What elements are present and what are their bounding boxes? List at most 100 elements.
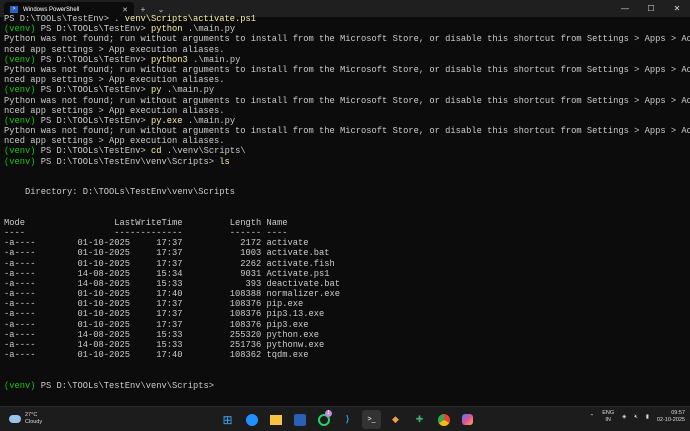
weather-widget[interactable]: 27°CCloudy (9, 412, 42, 426)
terminal-text: -a---- 14-08-2025 15:33 393 deactivate.b… (4, 279, 340, 289)
terminal-line: -a---- 14-08-2025 15:33 255320 python.ex… (4, 330, 690, 340)
terminal-text: Python was not found; run without argume… (4, 126, 690, 136)
terminal-text: nced app settings > App execution aliase… (4, 75, 225, 85)
terminal-line: (venv) PS D:\TOOLs\TestEnv> python .\mai… (4, 24, 690, 34)
wifi-icon[interactable]: ◈ (622, 414, 626, 421)
lang-region: IN (602, 417, 614, 424)
copilot-icon[interactable] (458, 410, 477, 429)
terminal-text: ls (219, 157, 230, 167)
terminal-line: (venv) PS D:\TOOLs\TestEnv> cd .\venv\Sc… (4, 146, 690, 156)
terminal-line: (venv) PS D:\TOOLs\TestEnv\venv\Scripts> (4, 381, 690, 391)
terminal-text: .\main.py (162, 85, 215, 95)
terminal-text: (venv) (4, 157, 41, 167)
terminal-line: nced app settings > App execution aliase… (4, 136, 690, 146)
terminal-text: .\venv\Scripts\ (162, 146, 246, 156)
weather-desc: Cloudy (25, 419, 42, 426)
terminal-text: PS D:\TOOLs\TestEnv> (41, 85, 151, 95)
browser-icon[interactable] (242, 410, 261, 429)
volume-muted-icon[interactable]: 🔇︎ (634, 414, 637, 421)
terminal-line: nced app settings > App execution aliase… (4, 106, 690, 116)
terminal-line: Directory: D:\TOOLs\TestEnv\venv\Scripts (4, 187, 690, 197)
file-explorer-icon[interactable] (266, 410, 285, 429)
terminal-line: -a---- 01-10-2025 17:37 108376 pip3.13.e… (4, 309, 690, 319)
terminal-line: ---- ------------- ------ ---- (4, 228, 690, 238)
terminal-text: -a---- 14-08-2025 15:34 9031 Activate.ps… (4, 269, 330, 279)
terminal-text: -a---- 01-10-2025 17:37 108376 pip.exe (4, 299, 303, 309)
terminal-text: nced app settings > App execution aliase… (4, 45, 225, 55)
terminal-text: Python was not found; run without argume… (4, 96, 690, 106)
terminal-line (4, 167, 690, 177)
terminal-text: PS D:\TOOLs\TestEnv> (41, 55, 151, 65)
terminal-line (4, 177, 690, 187)
terminal-line: -a---- 01-10-2025 17:37 2262 activate.fi… (4, 259, 690, 269)
powershell-icon: > (10, 6, 18, 13)
git-icon[interactable]: ◆ (386, 410, 405, 429)
close-tab-icon[interactable]: ✕ (122, 6, 128, 14)
terminal-line: -a---- 01-10-2025 17:40 108362 tqdm.exe (4, 350, 690, 360)
terminal-text: (venv) (4, 55, 41, 65)
terminal-output[interactable]: PS D:\TOOLs\TestEnv> . venv\Scripts\acti… (4, 14, 690, 391)
terminal-text: -a---- 01-10-2025 17:37 108376 pip3.exe (4, 320, 309, 330)
terminal-text: -a---- 01-10-2025 17:37 1003 activate.ba… (4, 248, 330, 258)
terminal-line: (venv) PS D:\TOOLs\TestEnv> py.exe .\mai… (4, 116, 690, 126)
chevron-up-icon[interactable]: ⌃ (590, 414, 595, 421)
terminal-line: -a---- 01-10-2025 17:37 108376 pip3.exe (4, 320, 690, 330)
terminal-line (4, 197, 690, 207)
lang-code: ENG (602, 410, 614, 417)
terminal-text: .\main.py (183, 116, 236, 126)
terminal-line (4, 360, 690, 370)
app-icon[interactable] (290, 410, 309, 429)
app-icon-2[interactable]: ✚ (410, 410, 429, 429)
terminal-line: -a---- 01-10-2025 17:37 1003 activate.ba… (4, 248, 690, 258)
terminal-text: -a---- 14-08-2025 15:33 255320 python.ex… (4, 330, 319, 340)
terminal-text: -a---- 01-10-2025 17:37 108376 pip3.13.e… (4, 309, 324, 319)
terminal-text: python3 (151, 55, 188, 65)
terminal-line: -a---- 01-10-2025 17:37 108376 pip.exe (4, 299, 690, 309)
terminal-text: -a---- 01-10-2025 17:37 2172 activate (4, 238, 309, 248)
terminal-text: (venv) (4, 85, 41, 95)
terminal-text: -a---- 14-08-2025 15:33 251736 pythonw.e… (4, 340, 324, 350)
terminal-line: (venv) PS D:\TOOLs\TestEnv> python3 .\ma… (4, 55, 690, 65)
time: 09:57 (657, 410, 685, 417)
terminal-line: Mode LastWriteTime Length Name (4, 218, 690, 228)
terminal-text: (venv) (4, 116, 41, 126)
terminal-line: nced app settings > App execution aliase… (4, 45, 690, 55)
terminal-text: (venv) (4, 146, 41, 156)
terminal-text: nced app settings > App execution aliase… (4, 106, 225, 116)
terminal-line: PS D:\TOOLs\TestEnv> . venv\Scripts\acti… (4, 14, 690, 24)
terminal-line: Python was not found; run without argume… (4, 34, 690, 44)
terminal-text: py.exe (151, 116, 183, 126)
tab-title: Windows PowerShell (23, 7, 79, 13)
terminal-line: -a---- 01-10-2025 17:37 2172 activate (4, 238, 690, 248)
terminal-text: venv\Scripts\activate.ps1 (125, 14, 256, 24)
terminal-line: Python was not found; run without argume… (4, 96, 690, 106)
terminal-text: PS D:\TOOLs\TestEnv> (41, 24, 151, 34)
terminal-text: Directory: D:\TOOLs\TestEnv\venv\Scripts (4, 187, 235, 197)
cloud-icon (9, 415, 21, 423)
terminal-text: Python was not found; run without argume… (4, 34, 690, 44)
terminal-line: Python was not found; run without argume… (4, 126, 690, 136)
terminal-line: -a---- 01-10-2025 17:40 108388 normalize… (4, 289, 690, 299)
terminal-text: PS D:\TOOLs\TestEnv\venv\Scripts> (41, 157, 220, 167)
clock[interactable]: 09:5702-10-2025 (657, 410, 685, 424)
vscode-icon[interactable]: ⟩ (338, 410, 357, 429)
terminal-text: Mode LastWriteTime Length Name (4, 218, 288, 228)
terminal-line: -a---- 14-08-2025 15:34 9031 Activate.ps… (4, 269, 690, 279)
terminal-text: PS D:\TOOLs\TestEnv\venv\Scripts> (41, 381, 214, 391)
terminal-text: PS D:\TOOLs\TestEnv> . (4, 14, 125, 24)
battery-icon[interactable]: ▮ (646, 414, 649, 421)
language-indicator[interactable]: ENGIN (602, 410, 614, 424)
terminal-text: PS D:\TOOLs\TestEnv> (41, 116, 151, 126)
notification-badge: 1 (325, 410, 332, 417)
terminal-text: .\main.py (188, 55, 241, 65)
whatsapp-icon[interactable]: 1 (314, 410, 333, 429)
terminal-text: -a---- 01-10-2025 17:40 108362 tqdm.exe (4, 350, 309, 360)
terminal-line: nced app settings > App execution aliase… (4, 75, 690, 85)
chrome-icon[interactable] (434, 410, 453, 429)
terminal-line: -a---- 14-08-2025 15:33 251736 pythonw.e… (4, 340, 690, 350)
terminal-icon[interactable]: >_ (362, 410, 381, 429)
start-icon[interactable]: ⊞ (218, 410, 237, 429)
date: 02-10-2025 (657, 417, 685, 424)
terminal-text: .\main.py (183, 24, 236, 34)
weather-temp: 27°C (25, 412, 42, 419)
